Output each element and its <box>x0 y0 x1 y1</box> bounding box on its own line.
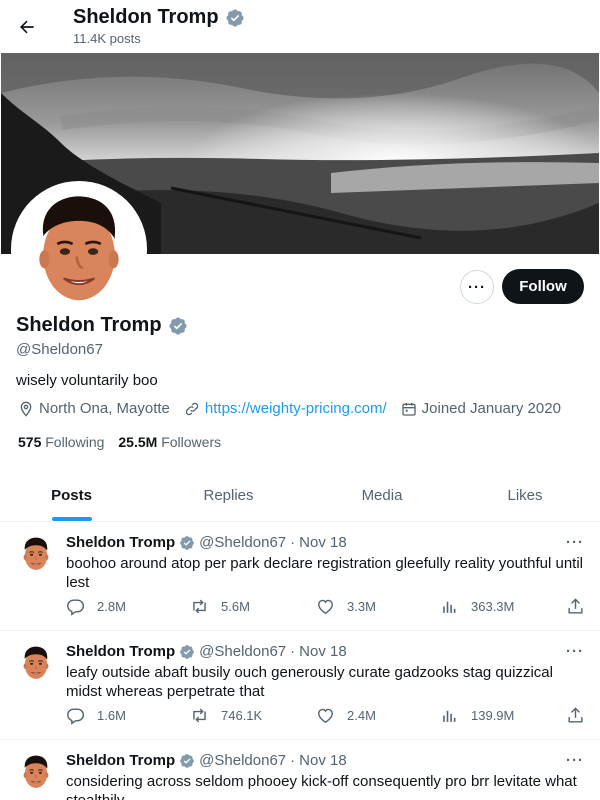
views-chart-icon <box>440 597 459 616</box>
reply-icon <box>66 597 85 616</box>
post-item[interactable]: Sheldon Tromp @Sheldon67 · Nov 18 ··· co… <box>0 740 600 800</box>
repost-button[interactable]: 5.6M <box>190 597 250 616</box>
tab-likes[interactable]: Likes <box>450 470 600 521</box>
post-separator: · <box>290 643 296 660</box>
following-link[interactable]: 575 Following <box>18 434 104 450</box>
heart-icon <box>316 706 335 725</box>
views-button[interactable]: 363.3M <box>440 597 514 616</box>
profile-bio: wisely voluntarily boo <box>16 372 158 389</box>
post-date[interactable]: Nov 18 <box>299 643 347 660</box>
post-handle: @Sheldon67 <box>199 534 287 551</box>
tab-media[interactable]: Media <box>314 470 450 521</box>
joined-text: Joined January 2020 <box>421 400 561 417</box>
website-link[interactable]: https://weighty-pricing.com/ <box>205 400 387 417</box>
post-text: leafy outside abaft busily ouch generous… <box>66 664 553 700</box>
post-more-button[interactable]: ··· <box>566 752 584 769</box>
profile-name-row: Sheldon Tromp <box>16 314 188 337</box>
repost-icon <box>190 706 209 725</box>
post-handle: @Sheldon67 <box>199 643 287 660</box>
follow-button[interactable]: Follow <box>502 269 584 304</box>
like-button[interactable]: 2.4M <box>316 706 376 725</box>
share-button[interactable] <box>566 597 585 616</box>
repost-count: 5.6M <box>221 599 250 614</box>
reply-count: 2.8M <box>97 599 126 614</box>
repost-icon <box>190 597 209 616</box>
post-handle: @Sheldon67 <box>199 752 287 769</box>
followers-count: 25.5M <box>118 434 158 450</box>
top-bar: Sheldon Tromp 11.4K posts <box>0 0 600 53</box>
views-button[interactable]: 139.9M <box>440 706 514 725</box>
profile-avatar[interactable] <box>11 181 147 317</box>
post-item[interactable]: Sheldon Tromp @Sheldon67 · Nov 18 ··· bo… <box>0 522 600 631</box>
post-header: Sheldon Tromp @Sheldon67 · Nov 18 <box>66 752 347 769</box>
location-text: North Ona, Mayotte <box>39 400 170 417</box>
post-author-name[interactable]: Sheldon Tromp <box>66 534 175 551</box>
post-actions: 1.6M 746.1K 2.4M 139.9M <box>66 706 586 726</box>
like-button[interactable]: 3.3M <box>316 597 376 616</box>
views-chart-icon <box>440 706 459 725</box>
link-icon <box>185 402 199 415</box>
following-count: 575 <box>18 434 42 450</box>
post-text: considering across seldom phooey kick-of… <box>66 773 577 800</box>
profile-meta: North Ona, Mayotte https://weighty-prici… <box>18 400 575 417</box>
calendar-icon <box>401 402 416 416</box>
post-avatar[interactable] <box>16 752 56 792</box>
share-icon <box>566 706 585 725</box>
repost-count: 746.1K <box>221 708 263 723</box>
reply-button[interactable]: 2.8M <box>66 597 126 616</box>
header-title: Sheldon Tromp <box>73 6 219 28</box>
following-label: Following <box>45 434 105 450</box>
followers-label: Followers <box>161 434 222 450</box>
avatar-image <box>15 185 143 313</box>
website-item: https://weighty-pricing.com/ <box>184 400 387 417</box>
heart-icon <box>316 597 335 616</box>
more-options-button[interactable]: ··· <box>460 270 494 304</box>
back-arrow-icon <box>20 20 34 34</box>
post-date[interactable]: Nov 18 <box>299 752 347 769</box>
verified-badge-icon <box>225 8 245 28</box>
back-button[interactable] <box>12 12 42 42</box>
like-count: 2.4M <box>347 708 376 723</box>
view-count: 139.9M <box>471 708 515 723</box>
post-author-name[interactable]: Sheldon Tromp <box>66 643 175 660</box>
post-date[interactable]: Nov 18 <box>299 534 347 551</box>
post-count: 11.4K posts <box>73 31 141 46</box>
share-button[interactable] <box>566 706 585 725</box>
follow-stats: 575 Following 25.5M Followers <box>18 434 221 450</box>
post-separator: · <box>290 752 296 769</box>
post-more-button[interactable]: ··· <box>566 534 584 551</box>
reply-count: 1.6M <box>97 708 126 723</box>
reply-icon <box>66 706 85 725</box>
joined-item: Joined January 2020 <box>401 400 561 417</box>
verified-badge-icon <box>179 535 195 551</box>
like-count: 3.3M <box>347 599 376 614</box>
verified-badge-icon <box>179 644 195 660</box>
verified-badge-icon <box>168 316 188 336</box>
tab-replies[interactable]: Replies <box>143 470 314 521</box>
verified-badge-icon <box>179 753 195 769</box>
view-count: 363.3M <box>471 599 515 614</box>
profile-tabs: Posts Replies Media Likes <box>0 470 600 522</box>
profile-handle: @Sheldon67 <box>16 341 103 358</box>
profile-name: Sheldon Tromp <box>16 314 162 336</box>
tab-posts[interactable]: Posts <box>0 470 143 521</box>
followers-link[interactable]: 25.5M Followers <box>118 434 221 450</box>
post-separator: · <box>290 534 296 551</box>
header-title-row: Sheldon Tromp <box>73 6 245 29</box>
location-pin-icon <box>20 401 32 417</box>
post-item[interactable]: Sheldon Tromp @Sheldon67 · Nov 18 ··· le… <box>0 631 600 740</box>
repost-button[interactable]: 746.1K <box>190 706 262 725</box>
post-header: Sheldon Tromp @Sheldon67 · Nov 18 <box>66 643 347 660</box>
location-item: North Ona, Mayotte <box>18 400 170 417</box>
share-icon <box>566 597 585 616</box>
reply-button[interactable]: 1.6M <box>66 706 126 725</box>
post-header: Sheldon Tromp @Sheldon67 · Nov 18 <box>66 534 347 551</box>
post-avatar[interactable] <box>16 534 56 574</box>
post-author-name[interactable]: Sheldon Tromp <box>66 752 175 769</box>
post-text: boohoo around atop per park declare regi… <box>66 555 583 591</box>
post-avatar[interactable] <box>16 643 56 683</box>
post-more-button[interactable]: ··· <box>566 643 584 660</box>
post-actions: 2.8M 5.6M 3.3M 363.3M <box>66 597 586 617</box>
